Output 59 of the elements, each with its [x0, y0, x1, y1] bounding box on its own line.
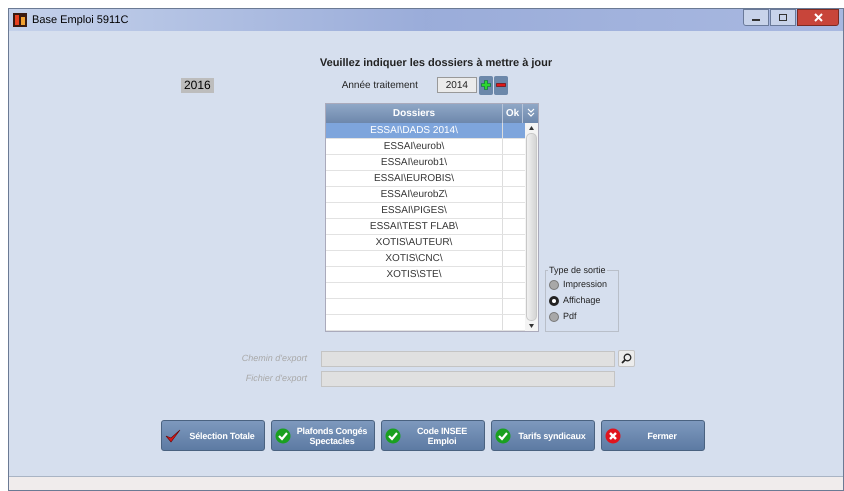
close-button[interactable] [797, 9, 839, 26]
table-row[interactable]: XOTIS\CNC\ [326, 251, 525, 267]
search-button[interactable] [618, 350, 635, 367]
check-circle-icon [275, 428, 291, 444]
group-title: Type de sortie [548, 264, 607, 278]
action-button[interactable]: Sélection Totale [161, 420, 265, 451]
radio-label: Pdf [563, 310, 577, 324]
radio-label: Impression [563, 278, 608, 292]
maximize-button[interactable] [770, 9, 796, 26]
minimize-button[interactable] [743, 9, 769, 26]
table-row[interactable]: ESSAI\PIGES\ [326, 203, 525, 219]
decrement-button[interactable] [494, 76, 508, 94]
increment-button[interactable] [478, 76, 493, 94]
table-row[interactable]: ESSAI\eurob\ [326, 139, 525, 155]
radio-button[interactable] [549, 296, 559, 306]
folder-cell: ESSAI\DADS 2014\ [326, 123, 503, 138]
app-icon [13, 13, 27, 27]
table-row[interactable]: ESSAI\eurobZ\ [326, 187, 525, 203]
search-icon [621, 353, 632, 364]
table-row[interactable]: XOTIS\AUTEUR\ [326, 235, 525, 251]
chevrons-down-icon [526, 108, 536, 118]
action-button[interactable]: Fermer [601, 420, 705, 451]
check-circle-icon [495, 428, 511, 444]
radio-option[interactable]: Pdf [549, 309, 618, 325]
table-row[interactable]: XOTIS\STE\ [326, 267, 525, 283]
folder-cell: XOTIS\AUTEUR\ [326, 235, 503, 250]
heading: Veuillez indiquer les dossiers à mettre à jour [320, 56, 552, 70]
folder-cell: ESSAI\eurob\ [326, 139, 503, 154]
close-icon [814, 13, 822, 22]
scrollbar[interactable] [525, 123, 538, 331]
field-label: Fichier d'export [244, 372, 307, 385]
folder-cell: XOTIS\STE\ [326, 267, 503, 282]
plus-icon [480, 80, 491, 90]
action-button[interactable]: Tarifs syndicaux [491, 420, 595, 451]
table-row[interactable]: ESSAI\EUROBIS\ [326, 171, 525, 187]
year-label: 2016 [181, 78, 214, 92]
field-label: Année traitement [342, 78, 418, 92]
close-circle-icon [605, 428, 621, 444]
radio-option[interactable]: Affichage [549, 293, 618, 309]
folder-cell: XOTIS\CNC\ [326, 251, 503, 266]
check-circle-icon [385, 428, 401, 444]
table-row[interactable]: ESSAI\TEST FLAB\ [326, 219, 525, 235]
minus-icon [496, 83, 506, 87]
action-button[interactable]: Plafonds Congés Spectacles [271, 420, 375, 451]
folder-cell: ESSAI\PIGES\ [326, 203, 503, 218]
year-field[interactable]: 2014 [436, 77, 477, 93]
table-row[interactable]: ESSAI\eurob1\ [326, 155, 525, 171]
folder-cell: ESSAI\EUROBIS\ [326, 171, 503, 186]
action-button[interactable]: Code INSEE Emploi [381, 420, 485, 451]
tick-icon [165, 428, 181, 444]
radio-option[interactable]: Impression [549, 277, 618, 293]
radio-label: Affichage [563, 294, 600, 308]
window-title: Base Emploi 5911C [32, 12, 128, 28]
radio-button[interactable] [549, 312, 559, 322]
field-label: Chemin d'export [240, 352, 307, 365]
folder-cell: ESSAI\eurobZ\ [326, 187, 503, 202]
folder-cell: ESSAI\eurob1\ [326, 155, 503, 170]
radio-button[interactable] [549, 280, 559, 290]
folder-cell: ESSAI\TEST FLAB\ [326, 219, 503, 234]
